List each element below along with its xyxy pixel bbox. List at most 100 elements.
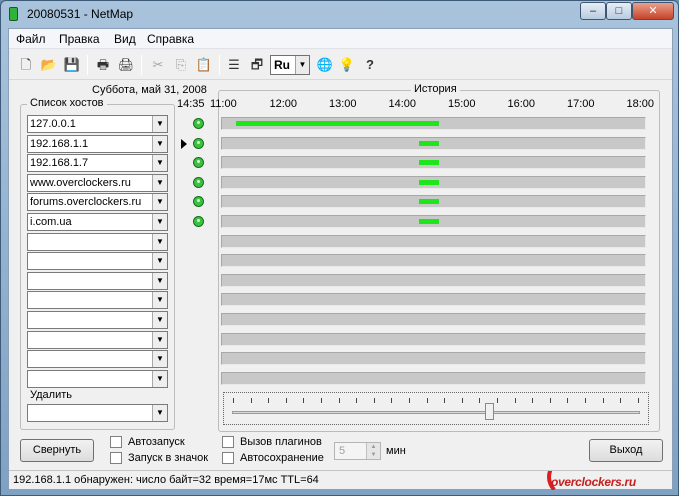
autosave-checkbox[interactable] [222,452,234,464]
menu-help[interactable]: Справка [147,32,194,46]
title-bar[interactable]: 20080531 - NetMap – □ ✕ [1,1,678,28]
autostart-label: Автозапуск [128,436,185,448]
tray-start-checkbox[interactable] [110,452,122,464]
slider-tick [567,398,569,403]
slider-tick [497,398,498,403]
plugins-checkbox[interactable] [222,436,234,448]
open-folder-icon[interactable]: 📂 [39,55,59,75]
menu-file[interactable]: Файл [16,32,46,46]
chevron-down-icon[interactable]: ▼ [152,272,167,289]
chevron-down-icon[interactable]: ▼ [152,331,167,348]
history-track [221,136,646,150]
host-combo[interactable]: 127.0.0.1 ▼ [27,115,168,133]
stepper-up-icon[interactable]: ▲ [366,443,380,451]
host-name: 192.168.1.7 [30,157,89,170]
chevron-down-icon[interactable]: ▼ [152,174,167,191]
print-preview-icon[interactable]: 🖶 [93,55,113,75]
host-online-icon [193,157,204,169]
host-combo[interactable]: ▼ [27,271,168,290]
history-track [221,332,646,346]
minimize-button[interactable]: – [580,2,606,20]
plugins-label: Вызов плагинов [240,436,322,448]
host-combo[interactable]: ▼ [27,291,168,310]
save-icon[interactable]: 💾 [62,55,82,75]
cut-icon[interactable]: ✂ [148,55,168,75]
host-combo[interactable]: ▼ [27,232,168,251]
current-time-label: 14:35 [177,98,205,110]
globe-icon[interactable]: 🌐 [315,55,335,75]
app-window: 20080531 - NetMap – □ ✕ Файл Правка Вид … [0,0,679,496]
interval-unit-label: мин [386,445,406,457]
chevron-down-icon[interactable]: ▼ [152,370,167,387]
properties-icon[interactable]: 🗗 [247,55,267,75]
delete-label: Удалить [30,389,72,401]
host-combo[interactable]: forums.overclockers.ru ▼ [27,193,168,212]
print-icon[interactable]: 🖨 [116,55,136,75]
chevron-down-icon[interactable]: ▼ [152,405,167,421]
maximize-button[interactable]: □ [606,2,632,20]
autosave-label: Автосохранение [240,452,324,464]
paste-icon[interactable]: 📋 [194,55,214,75]
toolbar: 🗋 📂 💾 🖶 🖨 ✂ ⎘ 📋 ☰ 🗗 Ru ▼ 🌐 💡 ? [9,50,672,80]
slider-track [232,411,640,414]
activity-bar [235,121,440,126]
tray-start-label: Запуск в значок [128,452,209,464]
autostart-checkbox[interactable] [110,436,122,448]
copy-icon[interactable]: ⎘ [171,55,191,75]
chevron-down-icon[interactable]: ▼ [152,135,167,152]
timeline-hour-label: 16:00 [507,98,536,110]
host-combo[interactable]: ▼ [27,350,168,369]
date-label: Суббота, май 31, 2008 [92,84,207,96]
host-combo[interactable]: ▼ [27,330,168,349]
autosave-interval-stepper[interactable]: 5 ▲ ▼ [334,442,381,460]
slider-tick [285,398,287,403]
menu-view[interactable]: Вид [114,32,136,46]
chevron-down-icon[interactable]: ▼ [152,214,167,230]
host-combo[interactable]: i.com.ua ▼ [27,213,168,231]
slider-thumb[interactable] [485,403,495,420]
host-combo[interactable]: ▼ [27,311,168,329]
chevron-down-icon[interactable]: ▼ [152,351,167,368]
slider-tick [321,398,322,403]
help-question-icon[interactable]: ? [360,55,380,75]
chevron-down-icon[interactable]: ▼ [152,194,167,211]
slider-tick [514,398,516,403]
language-select[interactable]: Ru ▼ [270,55,310,75]
history-title: История [411,83,460,95]
chevron-down-icon[interactable]: ▼ [152,116,167,132]
history-track [221,352,646,366]
collapse-button[interactable]: Свернуть [20,439,94,462]
list-icon[interactable]: ☰ [224,55,244,75]
slider-tick [461,398,463,403]
slider-tick [303,398,305,403]
chevron-down-icon[interactable]: ▼ [152,233,167,250]
chevron-down-icon[interactable]: ▼ [152,253,167,270]
host-combo[interactable]: www.overclockers.ru ▼ [27,173,168,192]
tip-bulb-icon[interactable]: 💡 [337,55,357,75]
chevron-down-icon[interactable]: ▼ [152,312,167,328]
host-combo[interactable]: 192.168.1.7 ▼ [27,154,168,173]
delete-host-combo[interactable]: ▼ [27,404,168,422]
slider-tick [373,398,375,403]
slider-tick [585,398,586,403]
chevron-down-icon[interactable]: ▼ [152,155,167,172]
zoom-slider[interactable] [223,392,649,425]
menu-edit[interactable]: Правка [59,32,100,46]
slider-tick [268,398,270,403]
host-combo[interactable]: ▼ [27,369,168,388]
host-combo[interactable]: 192.168.1.1 ▼ [27,134,168,153]
chevron-down-icon[interactable]: ▼ [152,292,167,309]
host-combo[interactable]: ▼ [27,252,168,271]
close-button[interactable]: ✕ [632,2,674,20]
host-name: i.com.ua [30,216,72,228]
new-file-icon[interactable]: 🗋 [16,55,36,75]
slider-tick [620,398,622,403]
host-list-title: Список хостов [27,97,107,109]
slider-tick [391,398,393,403]
host-online-icon [193,216,204,227]
host-name: 127.0.0.1 [30,118,76,130]
chevron-down-icon[interactable]: ▼ [295,56,309,74]
activity-bar [419,219,440,224]
stepper-down-icon[interactable]: ▼ [366,451,380,459]
exit-button[interactable]: Выход [589,439,663,462]
